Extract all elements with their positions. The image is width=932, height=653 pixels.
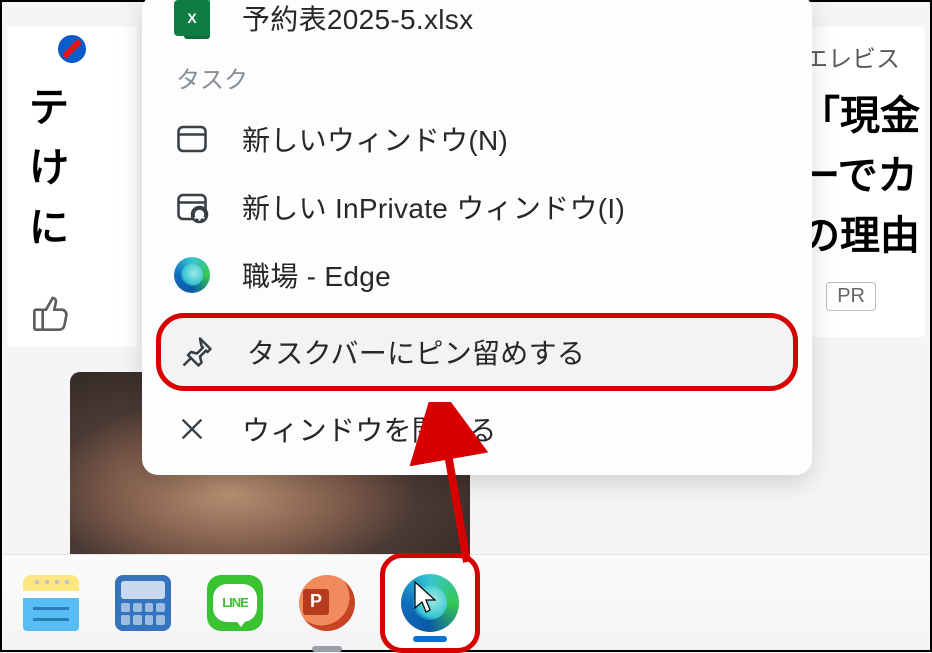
powerpoint-icon: [299, 575, 355, 631]
calculator-icon: [115, 575, 171, 631]
taskbar: LINE: [2, 554, 930, 650]
taskbar-edge-highlighted[interactable]: [380, 553, 480, 653]
source-logo-icon: [53, 30, 91, 68]
pin-to-taskbar-label: タスクバーにピン留めする: [247, 332, 585, 372]
tasks-section-label: タスク: [142, 42, 812, 105]
edge-icon: [174, 257, 210, 293]
excel-icon: X: [174, 0, 210, 36]
close-icon: [176, 413, 208, 445]
close-window-label: ウィンドウを閉じる: [242, 409, 497, 449]
edge-profile-item[interactable]: 職場 - Edge: [142, 241, 812, 309]
inprivate-window-label: 新しい InPrivate ウィンドウ(I): [242, 187, 625, 227]
notepad-icon: [23, 575, 79, 631]
headline-fragment-left: テけに: [7, 68, 137, 258]
taskbar-line[interactable]: LINE: [196, 564, 274, 642]
new-window-label: 新しいウィンドウ(N): [242, 119, 508, 159]
recent-file-label: 予約表2025-5.xlsx: [242, 0, 473, 38]
taskbar-notepad[interactable]: [12, 564, 90, 642]
recent-file-item[interactable]: X 予約表2025-5.xlsx: [142, 0, 812, 42]
inprivate-icon: [174, 189, 210, 225]
new-window-item[interactable]: 新しいウィンドウ(N): [142, 105, 812, 173]
edge-profile-label: 職場 - Edge: [242, 255, 391, 295]
pr-badge: PR: [826, 282, 876, 311]
taskbar-powerpoint[interactable]: [288, 564, 366, 642]
pin-icon: [179, 334, 215, 370]
source-label-right: エレビス: [800, 27, 925, 74]
taskbar-calculator[interactable]: [104, 564, 182, 642]
thumbs-up-icon[interactable]: [31, 293, 71, 333]
line-icon: LINE: [207, 575, 263, 631]
cursor-icon: [413, 580, 437, 614]
headline-fragment-right: 「現金ーでカの理由: [800, 74, 925, 266]
pin-to-taskbar-item[interactable]: タスクバーにピン留めする: [156, 313, 798, 391]
inprivate-window-item[interactable]: 新しい InPrivate ウィンドウ(I): [142, 173, 812, 241]
taskbar-context-menu: X 予約表2025-5.xlsx タスク 新しいウィンドウ(N) 新しい InP…: [142, 0, 812, 475]
window-icon: [174, 121, 210, 157]
close-window-item[interactable]: ウィンドウを閉じる: [142, 395, 812, 463]
news-card-left: テけに: [7, 27, 137, 347]
